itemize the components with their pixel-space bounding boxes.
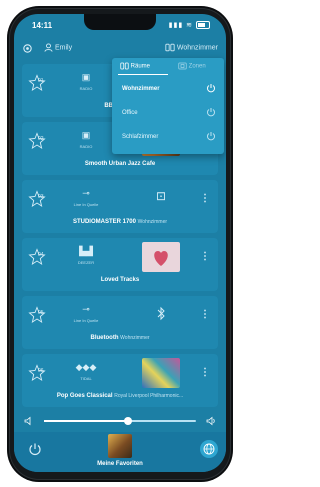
volume-slider[interactable] — [44, 417, 196, 425]
volume-control — [22, 414, 218, 428]
favorite-title: Pop Goes Classical Royal Liverpool Philh… — [56, 393, 184, 399]
volume-up-icon[interactable] — [206, 416, 216, 426]
source-label: RADIO — [79, 144, 93, 149]
bluetooth-icon — [157, 306, 165, 321]
favorite-number: 03 — [38, 194, 44, 200]
source-label: DEEZER — [77, 260, 95, 265]
radio-icon: ▣ — [81, 130, 91, 140]
room-name: Wohnzimmer — [176, 44, 218, 52]
volume-knob[interactable] — [123, 417, 132, 425]
signal-icon: ▮▮▮ — [168, 22, 184, 29]
more-menu-icon[interactable]: ⋮ — [200, 252, 210, 262]
favorite-row[interactable]: 06 ◆◆◆ TIDAL ⋮ Pop Goes Classical Royal … — [22, 354, 218, 407]
app-header: Emily Wohnzimmer — [14, 38, 226, 60]
more-menu-icon[interactable]: ⋮ — [200, 310, 210, 320]
power-icon[interactable] — [206, 83, 216, 93]
room-item-wohnzimmer[interactable]: Wohnzimmer — [112, 78, 224, 100]
room-dropdown: Räume Zonen Wohnzimmer Office Schlafzimm… — [112, 58, 224, 154]
tab-zones[interactable]: Zonen — [178, 62, 206, 70]
room-item-schlafzimmer[interactable]: Schlafzimmer — [112, 126, 224, 148]
deezer-icon: ▙▟ — [79, 246, 93, 256]
favorite-title: STUDIOMASTER 1700 Wohnzimmer — [72, 219, 168, 225]
zones-icon — [178, 62, 187, 70]
tidal-icon: ◆◆◆ — [75, 362, 97, 372]
radio-icon: ▣ — [81, 72, 91, 82]
now-playing-art[interactable] — [108, 434, 132, 458]
album-art — [142, 242, 180, 272]
phone-notch — [84, 14, 156, 30]
battery-icon — [196, 21, 210, 30]
favorite-number: 02 — [38, 136, 44, 142]
favorite-title: Bluetooth Wohnzimmer — [90, 335, 150, 341]
tab-rooms[interactable]: Räume — [120, 62, 150, 70]
favorite-row[interactable]: 05 ⊸ Line In Quelle ⋮ Bluetooth Wohnzimm… — [22, 296, 218, 349]
favorite-number: 05 — [38, 310, 44, 316]
status-time: 14:11 — [32, 21, 53, 30]
bottom-label[interactable]: Meine Favoriten — [14, 461, 226, 467]
status-icons: ▮▮▮ ≋ — [168, 21, 210, 30]
heart-icon — [154, 251, 168, 266]
power-icon[interactable] — [206, 131, 216, 141]
source-label: TIDAL — [80, 376, 92, 381]
favorite-title: Loved Tracks — [100, 277, 140, 283]
volume-down-icon[interactable] — [24, 416, 34, 426]
volume-fill — [44, 420, 128, 422]
favorite-number: 04 — [38, 252, 44, 258]
active-tab-indicator — [118, 74, 168, 75]
album-art — [142, 358, 180, 388]
speakers-icon — [165, 43, 175, 52]
source-label: RADIO — [79, 86, 93, 91]
bottom-bar: Meine Favoriten — [14, 432, 226, 472]
device-icon: ⊡ — [155, 189, 167, 203]
source-label: Line In Quelle — [73, 318, 99, 323]
power-button-icon[interactable] — [28, 442, 42, 456]
more-menu-icon[interactable]: ⋮ — [200, 368, 210, 378]
line-in-icon: ⊸ — [82, 188, 90, 198]
room-item-office[interactable]: Office — [112, 102, 224, 124]
speakers-icon — [120, 62, 129, 70]
line-in-icon: ⊸ — [82, 304, 90, 314]
user-name: Emily — [54, 44, 73, 52]
favorite-number: 01 — [38, 78, 44, 84]
wifi-icon: ≋ — [186, 22, 194, 29]
favorite-row[interactable]: 04 ▙▟ DEEZER ⋮ Loved Tracks — [22, 238, 218, 291]
power-icon[interactable] — [206, 107, 216, 117]
settings-gear-icon[interactable] — [22, 43, 33, 54]
user-selector[interactable]: Emily — [44, 43, 72, 52]
favorite-number: 06 — [38, 368, 44, 374]
favorite-row[interactable]: 03 ⊸ Line In Quelle ⊡ ⋮ STUDIOMASTER 170… — [22, 180, 218, 233]
dropdown-tabs: Räume Zonen — [112, 58, 224, 76]
user-icon — [44, 43, 53, 52]
globe-icon[interactable] — [200, 440, 218, 458]
room-selector[interactable]: Wohnzimmer — [165, 43, 218, 52]
favorite-title: Smooth Urban Jazz Cafe — [84, 161, 156, 167]
more-menu-icon[interactable]: ⋮ — [200, 194, 210, 204]
source-label: Line In Quelle — [73, 202, 99, 207]
app-screen: 14:11 ▮▮▮ ≋ Emily Wohnzimmer 01 ▣ RADIO … — [14, 14, 226, 472]
